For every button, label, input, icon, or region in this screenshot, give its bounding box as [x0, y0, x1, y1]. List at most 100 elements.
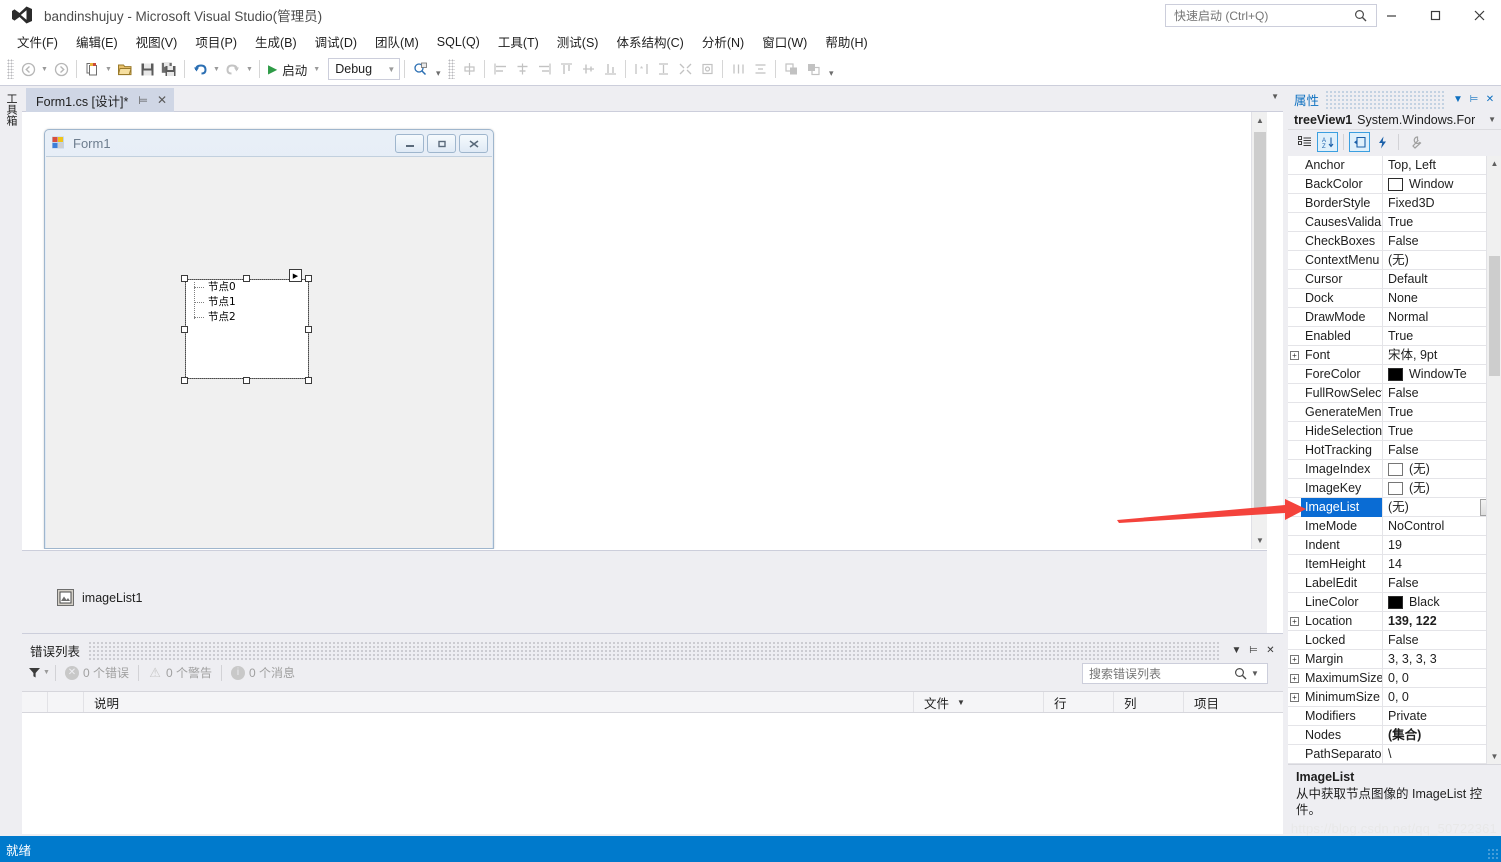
property-row-itemheight[interactable]: ItemHeight 14 [1288, 554, 1501, 574]
pin-icon[interactable]: ⊨ [1466, 89, 1482, 109]
property-value[interactable]: Top, Left [1383, 156, 1501, 175]
property-value[interactable]: False [1383, 384, 1501, 403]
property-row-indent[interactable]: Indent 19 [1288, 535, 1501, 555]
maximize-box-icon[interactable] [427, 134, 456, 153]
property-row-imagelist[interactable]: ImageList (无) ▼ [1288, 497, 1501, 517]
form1-client-area[interactable]: 节点0 节点1 节点2 ▶ [46, 156, 492, 548]
error-list-search-box[interactable]: ▼ [1082, 663, 1268, 684]
property-value[interactable]: 宋体, 9pt [1383, 346, 1501, 365]
property-row-imageindex[interactable]: ImageIndex (无) [1288, 459, 1501, 479]
component-tray-item-imagelist1[interactable]: imageList1 [57, 589, 142, 606]
property-value[interactable]: 139, 122 [1383, 612, 1501, 631]
start-debug-button[interactable]: ▶ 启动 [264, 58, 311, 80]
close-icon[interactable]: ✕ [157, 93, 167, 107]
expander-icon[interactable]: + [1288, 650, 1301, 669]
resize-grip-icon[interactable] [1487, 848, 1499, 860]
close-box-icon[interactable] [459, 134, 488, 153]
designer-vertical-scrollbar[interactable]: ▲ ▼ [1251, 112, 1267, 549]
toolbox-tab[interactable]: 工具箱 [0, 87, 22, 131]
menu-team[interactable]: 团队(M) [366, 29, 428, 54]
property-value[interactable]: True [1383, 327, 1501, 346]
solution-configuration-select[interactable]: Debug ▼ [328, 58, 401, 80]
property-row-forecolor[interactable]: ForeColor WindowTe [1288, 364, 1501, 384]
expander-icon[interactable]: + [1288, 669, 1301, 688]
open-file-icon[interactable] [114, 58, 136, 80]
property-value[interactable]: None [1383, 289, 1501, 308]
treeview-control[interactable]: 节点0 节点1 节点2 [185, 279, 309, 379]
properties-page-icon[interactable] [1349, 132, 1370, 152]
menu-file[interactable]: 文件(F) [8, 29, 67, 54]
property-row-checkboxes[interactable]: CheckBoxes False [1288, 231, 1501, 251]
quick-launch-box[interactable] [1165, 4, 1377, 27]
scrollbar-thumb[interactable] [1254, 132, 1266, 509]
quick-launch-input[interactable] [1174, 8, 1350, 23]
layout-toolbar-overflow-icon[interactable]: ▾ [824, 58, 838, 80]
menu-architecture[interactable]: 体系结构(C) [607, 29, 692, 54]
property-value[interactable]: True [1383, 422, 1501, 441]
treeview-node-2[interactable]: 节点2 [186, 310, 308, 325]
expander-icon[interactable]: + [1288, 612, 1301, 631]
tab-overflow-icon[interactable]: ▼ [1271, 92, 1279, 101]
chevron-down-icon[interactable]: ▼ [1251, 669, 1259, 678]
start-dropdown-icon[interactable]: ▼ [311, 58, 322, 80]
property-row-generatemember[interactable]: GenerateMen True [1288, 402, 1501, 422]
menu-edit[interactable]: 编辑(E) [67, 29, 127, 54]
save-icon[interactable] [136, 58, 158, 80]
property-value[interactable]: False [1383, 441, 1501, 460]
menu-project[interactable]: 项目(P) [186, 29, 246, 54]
property-value[interactable]: Black [1383, 593, 1501, 612]
minimize-box-icon[interactable] [395, 134, 424, 153]
maximize-button[interactable] [1413, 0, 1457, 30]
property-value[interactable]: 3, 3, 3, 3 [1383, 650, 1501, 669]
alphabetical-sort-icon[interactable]: A Z [1317, 132, 1338, 152]
scroll-up-icon[interactable]: ▲ [1487, 156, 1501, 171]
property-value[interactable]: 14 [1383, 555, 1501, 574]
panel-drag-dots[interactable] [88, 640, 1220, 660]
property-value[interactable]: (无) [1383, 460, 1501, 479]
chevron-down-icon[interactable]: ▼ [1488, 115, 1499, 124]
expander-icon[interactable]: + [1288, 688, 1301, 707]
property-row-font[interactable]: + Font 宋体, 9pt [1288, 345, 1501, 365]
property-row-modifiers[interactable]: Modifiers Private [1288, 706, 1501, 726]
column-header-line[interactable]: 行 [1044, 692, 1114, 712]
navigate-forward-icon[interactable] [50, 58, 72, 80]
property-value[interactable]: True [1383, 403, 1501, 422]
property-value[interactable]: False [1383, 232, 1501, 251]
search-input[interactable] [1089, 666, 1234, 681]
scroll-down-icon[interactable]: ▼ [1487, 749, 1501, 764]
filter-dropdown-icon[interactable]: ▼ [41, 662, 52, 684]
property-row-backcolor[interactable]: BackColor Window [1288, 174, 1501, 194]
column-header-spacer[interactable] [22, 692, 48, 712]
error-list-grid[interactable]: 说明 文件 ▼ 行 列 项目 [22, 691, 1283, 834]
property-value[interactable]: (无) [1383, 251, 1501, 270]
property-value[interactable]: 0, 0 [1383, 688, 1501, 707]
property-value[interactable]: 0, 0 [1383, 669, 1501, 688]
undo-dropdown-icon[interactable]: ▼ [211, 58, 222, 80]
property-value[interactable]: Fixed3D [1383, 194, 1501, 213]
minimize-button[interactable] [1369, 0, 1413, 30]
resize-handle-middle-left[interactable] [181, 326, 188, 333]
property-row-pathseparator[interactable]: PathSeparato \ [1288, 744, 1501, 764]
menu-help[interactable]: 帮助(H) [816, 29, 876, 54]
treeview-node-1[interactable]: 节点1 [186, 295, 308, 310]
undo-icon[interactable] [189, 58, 211, 80]
menu-analyze[interactable]: 分析(N) [693, 29, 753, 54]
search-icon[interactable] [1234, 667, 1247, 680]
property-grid[interactable]: Anchor Top, Left BackColor Window Border… [1288, 156, 1501, 764]
property-row-enabled[interactable]: Enabled True [1288, 326, 1501, 346]
column-header-project[interactable]: 项目 [1184, 692, 1283, 712]
resize-handle-top-right[interactable] [305, 275, 312, 282]
redo-icon[interactable] [222, 58, 244, 80]
property-row-labeledit[interactable]: LabelEdit False [1288, 573, 1501, 593]
property-row-linecolor[interactable]: LineColor Black [1288, 592, 1501, 612]
property-value[interactable]: \ [1383, 745, 1501, 764]
property-value[interactable]: False [1383, 574, 1501, 593]
menu-build[interactable]: 生成(B) [246, 29, 306, 54]
warning-count[interactable]: ⚠ 0 个警告 [148, 664, 212, 681]
property-value[interactable]: False [1383, 631, 1501, 650]
redo-dropdown-icon[interactable]: ▼ [244, 58, 255, 80]
property-value[interactable]: Private [1383, 707, 1501, 726]
property-row-anchor[interactable]: Anchor Top, Left [1288, 156, 1501, 175]
wrench-icon[interactable] [1404, 132, 1425, 152]
pin-icon[interactable]: ⊨ [138, 94, 148, 107]
